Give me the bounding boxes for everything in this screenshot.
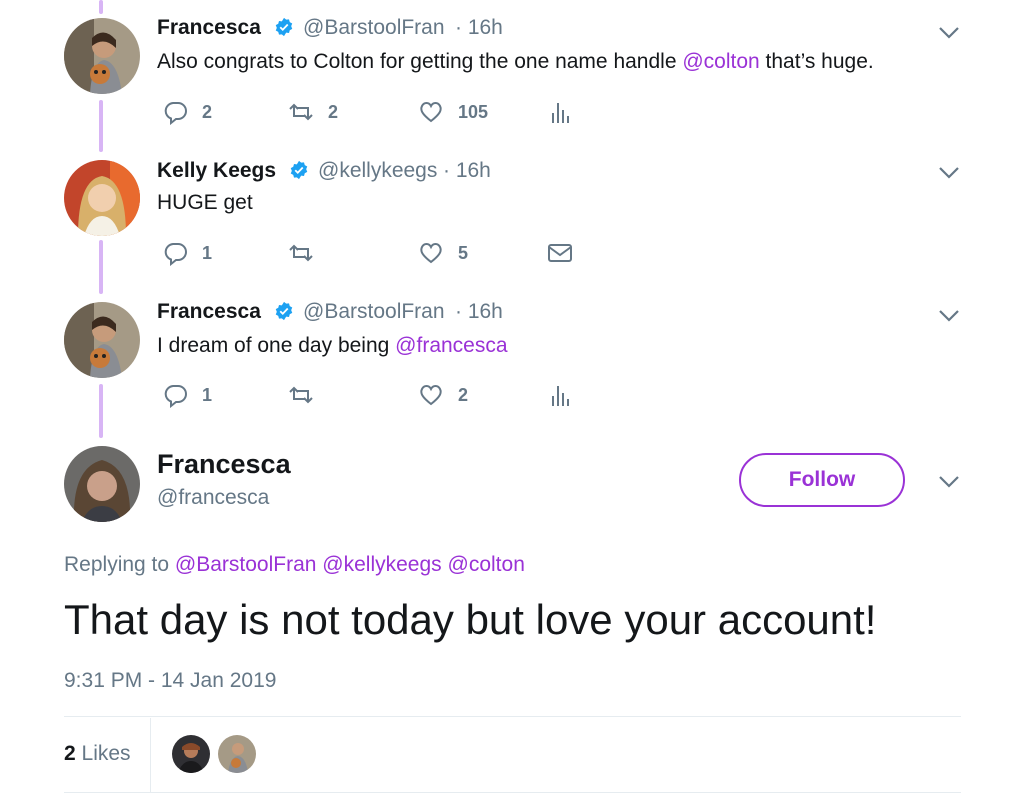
author-name[interactable]: Kelly Keegs bbox=[157, 159, 276, 183]
analytics-icon bbox=[552, 103, 569, 123]
avatar[interactable] bbox=[64, 302, 140, 378]
mention-link[interactable]: @colton bbox=[682, 50, 759, 73]
avatar[interactable] bbox=[64, 160, 140, 236]
retweet-button[interactable] bbox=[288, 382, 314, 408]
likes-count[interactable]: 2 Likes bbox=[64, 742, 131, 766]
author-name[interactable]: Francesca bbox=[157, 449, 291, 480]
verified-icon bbox=[274, 17, 294, 37]
mention-link[interactable]: @colton bbox=[448, 553, 525, 576]
analytics-icon bbox=[552, 386, 569, 406]
thread-line bbox=[99, 240, 103, 294]
mail-icon bbox=[548, 244, 572, 262]
tweet-text: Also congrats to Colton for getting the … bbox=[157, 50, 874, 74]
direct-message-button[interactable] bbox=[547, 240, 573, 266]
reply-count: 1 bbox=[202, 384, 213, 405]
chevron-down-icon[interactable] bbox=[938, 309, 960, 323]
mention-link[interactable]: @francesca bbox=[395, 334, 507, 357]
divider bbox=[64, 716, 961, 717]
author-name[interactable]: Francesca bbox=[157, 16, 261, 40]
replying-prefix: Replying to bbox=[64, 553, 170, 576]
like-count: 105 bbox=[458, 101, 489, 122]
reply-count: 1 bbox=[202, 242, 213, 263]
reply-button[interactable]: 2 bbox=[162, 99, 212, 125]
tweet-text-part: Also congrats to Colton for getting the … bbox=[157, 50, 683, 73]
retweet-count: 2 bbox=[328, 101, 339, 122]
chevron-down-icon[interactable] bbox=[938, 26, 960, 40]
retweet-icon bbox=[289, 103, 313, 121]
analytics-button[interactable] bbox=[547, 99, 573, 125]
tweet-text-part: HUGE get bbox=[157, 191, 253, 214]
likes-label: Likes bbox=[81, 742, 131, 765]
author-handle[interactable]: @francesca bbox=[157, 486, 269, 510]
likes-number: 2 bbox=[64, 742, 76, 765]
retweet-button[interactable] bbox=[288, 240, 314, 266]
like-button[interactable]: 5 bbox=[418, 240, 468, 266]
heart-icon bbox=[420, 243, 442, 264]
tweet-time[interactable]: · 16h bbox=[455, 300, 503, 324]
thread-line bbox=[99, 384, 103, 438]
verified-icon bbox=[274, 301, 294, 321]
thread-line bbox=[99, 100, 103, 152]
tweet-text: I dream of one day being @francesca bbox=[157, 334, 508, 358]
author-handle[interactable]: @kellykeegs bbox=[318, 159, 437, 183]
author-handle[interactable]: @BarstoolFran bbox=[303, 16, 445, 40]
tweet-text-part: that’s huge. bbox=[759, 50, 874, 73]
avatar[interactable] bbox=[64, 18, 140, 94]
verified-icon bbox=[289, 160, 309, 180]
divider bbox=[150, 718, 151, 792]
tweet-text: HUGE get bbox=[157, 191, 253, 215]
mention-link[interactable]: @kellykeegs bbox=[322, 553, 441, 576]
reply-icon bbox=[164, 243, 187, 266]
follow-button[interactable]: Follow bbox=[739, 453, 905, 507]
like-count: 5 bbox=[458, 242, 469, 263]
analytics-button[interactable] bbox=[547, 382, 573, 408]
chevron-down-icon[interactable] bbox=[938, 475, 960, 489]
tweet-time[interactable]: · 16h bbox=[455, 16, 503, 40]
main-tweet-text: That day is not today but love your acco… bbox=[64, 596, 877, 643]
reply-icon bbox=[164, 385, 187, 408]
tweet-text-part: I dream of one day being bbox=[157, 334, 396, 357]
heart-icon bbox=[420, 385, 442, 406]
author-handle[interactable]: @BarstoolFran bbox=[303, 300, 445, 324]
mention-link[interactable]: @BarstoolFran bbox=[175, 553, 317, 576]
retweet-button[interactable]: 2 bbox=[288, 99, 338, 125]
avatar[interactable] bbox=[64, 446, 140, 522]
liker-avatar[interactable] bbox=[218, 735, 256, 773]
reply-button[interactable]: 1 bbox=[162, 382, 212, 408]
divider bbox=[64, 792, 961, 793]
liker-avatar[interactable] bbox=[172, 735, 210, 773]
replying-to: Replying to @BarstoolFran @kellykeegs @c… bbox=[64, 553, 525, 577]
tweet-time[interactable]: · 16h bbox=[443, 159, 491, 183]
retweet-icon bbox=[289, 244, 313, 262]
reply-icon bbox=[164, 102, 187, 125]
like-button[interactable]: 105 bbox=[418, 99, 488, 125]
like-button[interactable]: 2 bbox=[418, 382, 468, 408]
tweet-timestamp[interactable]: 9:31 PM - 14 Jan 2019 bbox=[64, 669, 276, 693]
reply-button[interactable]: 1 bbox=[162, 240, 212, 266]
reply-count: 2 bbox=[202, 101, 213, 122]
like-count: 2 bbox=[458, 384, 469, 405]
heart-icon bbox=[420, 102, 442, 123]
chevron-down-icon[interactable] bbox=[938, 166, 960, 180]
retweet-icon bbox=[289, 386, 313, 404]
author-name[interactable]: Francesca bbox=[157, 300, 261, 324]
thread-line bbox=[99, 0, 103, 14]
